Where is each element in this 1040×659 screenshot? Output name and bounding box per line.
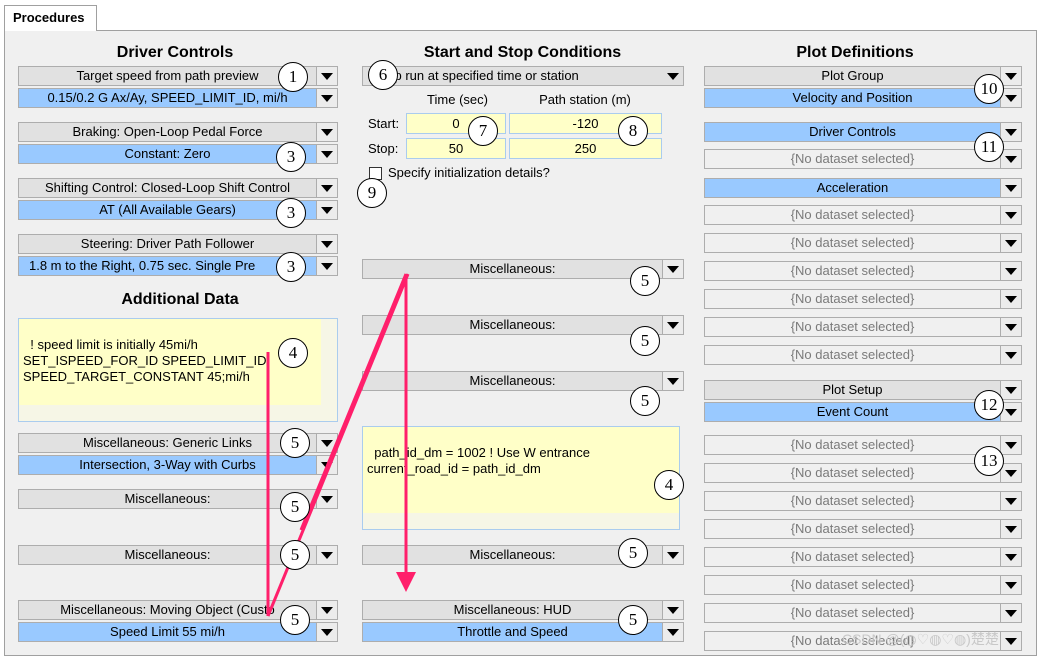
marker-5g: 5: [630, 386, 660, 416]
marker-4a: 4: [278, 338, 308, 368]
marker-8: 8: [618, 116, 648, 146]
marker-5a: 5: [280, 428, 310, 458]
marker-10: 10: [974, 74, 1004, 104]
marker-9: 9: [357, 178, 387, 208]
marker-7: 7: [468, 116, 498, 146]
arrow-head-icon: [396, 572, 416, 592]
marker-5i: 5: [618, 605, 648, 635]
arrow-diagonal-2: [299, 273, 408, 531]
marker-5d: 5: [280, 605, 310, 635]
marker-4b: 4: [654, 470, 684, 500]
marker-5b: 5: [280, 492, 310, 522]
marker-5e: 5: [630, 266, 660, 296]
marker-5f: 5: [630, 326, 660, 356]
marker-3b: 3: [276, 198, 306, 228]
marker-1: 1: [278, 62, 308, 92]
marker-12: 12: [974, 390, 1004, 420]
marker-3c: 3: [276, 252, 306, 282]
marker-6: 6: [368, 60, 398, 90]
marker-5h: 5: [618, 538, 648, 568]
marker-3a: 3: [276, 142, 306, 172]
marker-13: 13: [974, 446, 1004, 476]
annotation-arrows: [266, 273, 416, 617]
marker-5c: 5: [280, 540, 310, 570]
marker-11: 11: [974, 132, 1004, 162]
